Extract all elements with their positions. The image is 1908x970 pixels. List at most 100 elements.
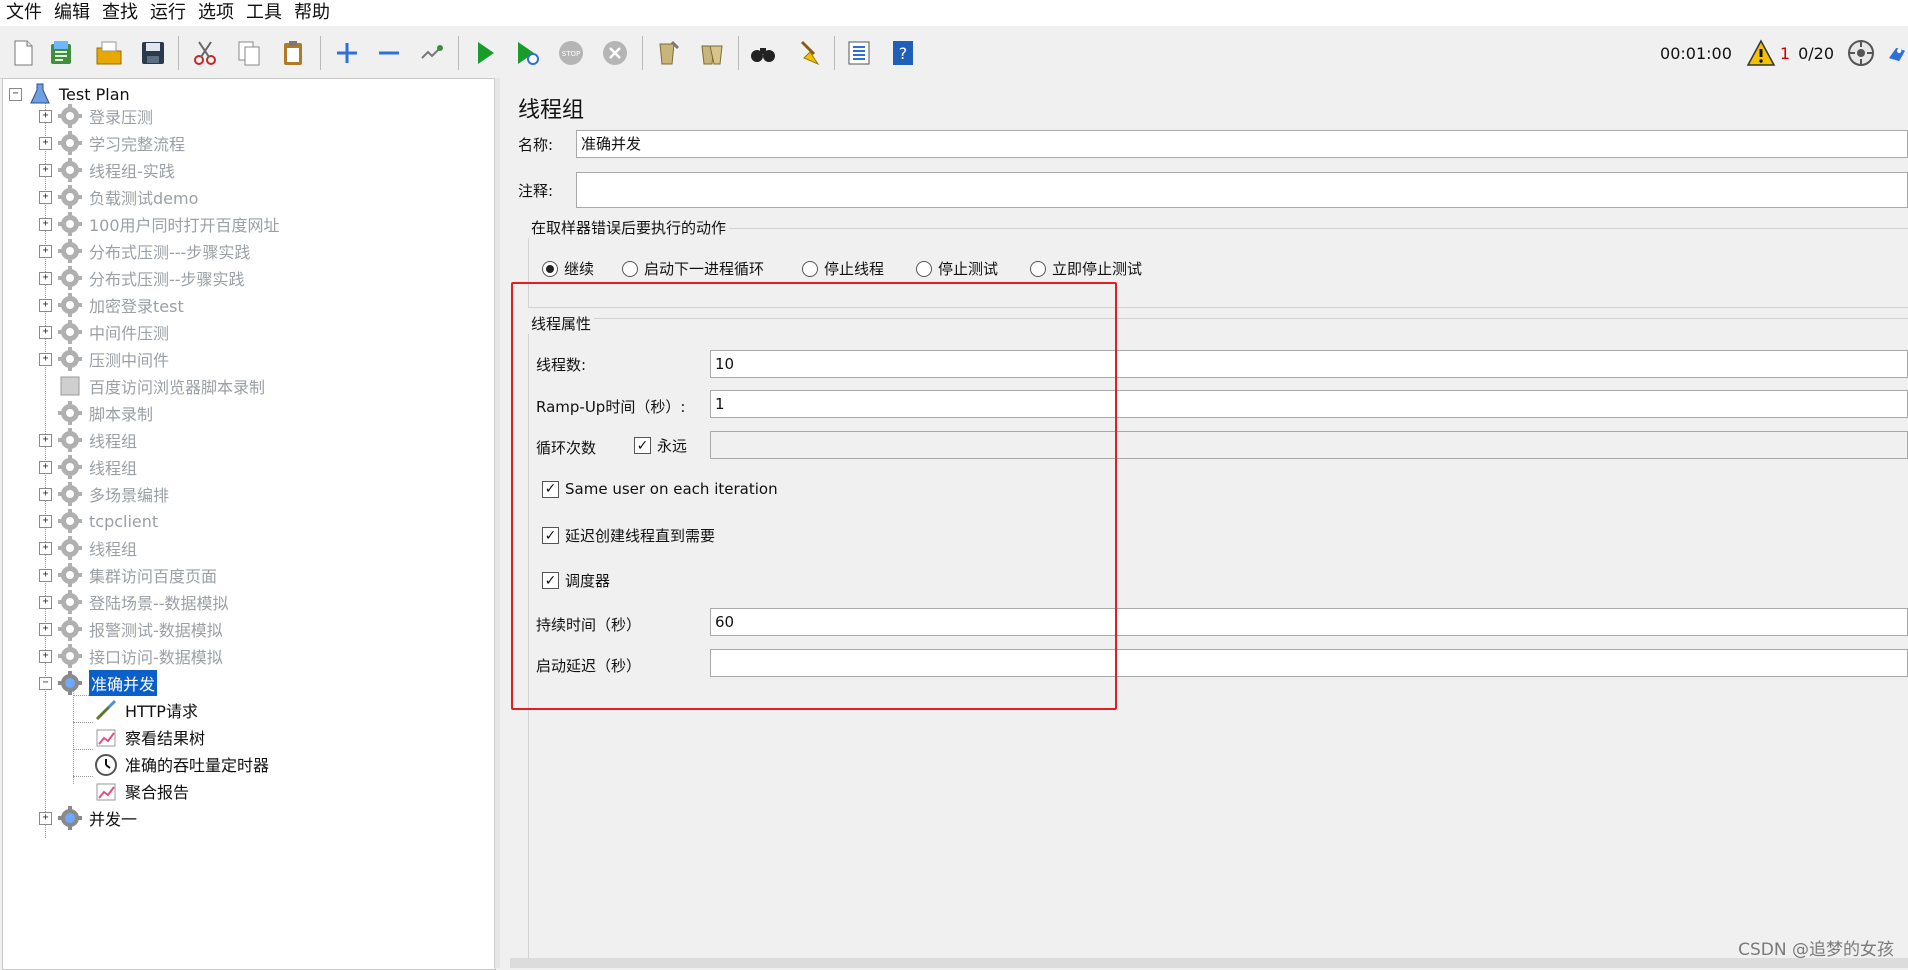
paste-icon[interactable] bbox=[276, 36, 310, 70]
menu-tools[interactable]: 工具 bbox=[240, 0, 288, 26]
radio-stop-test[interactable]: 停止测试 bbox=[916, 258, 998, 279]
start-icon[interactable] bbox=[468, 36, 502, 70]
expand-toggle[interactable]: + bbox=[39, 271, 52, 285]
expand-toggle[interactable]: + bbox=[39, 649, 52, 663]
shutdown-icon[interactable] bbox=[598, 36, 632, 70]
tree-item-thread-group[interactable]: + 报警测试-数据模拟 bbox=[39, 616, 223, 642]
collapse-toggle[interactable]: − bbox=[9, 87, 22, 101]
horizontal-scrollbar[interactable] bbox=[510, 958, 1908, 968]
new-icon[interactable] bbox=[6, 36, 40, 70]
expand-toggle[interactable]: + bbox=[39, 298, 52, 312]
toggle-icon[interactable] bbox=[414, 36, 448, 70]
tree-item-label: 脚本录制 bbox=[89, 405, 154, 424]
comment-field[interactable] bbox=[576, 172, 1908, 208]
radio-circle bbox=[622, 260, 638, 277]
tree-item-thread-group[interactable]: + 线程组 bbox=[39, 427, 137, 453]
expand-toggle[interactable]: + bbox=[39, 622, 52, 636]
radio-stop-test-now[interactable]: 立即停止测试 bbox=[1030, 258, 1142, 279]
tree-item-thread-group[interactable]: + 负载测试demo bbox=[39, 184, 198, 210]
expand-toggle[interactable]: + bbox=[39, 244, 52, 258]
tree-item-thread-group[interactable]: + 集群访问百度页面 bbox=[39, 562, 217, 588]
tree-item-thread-group[interactable]: +脚本录制 bbox=[39, 400, 153, 426]
thread-group-icon bbox=[57, 238, 83, 264]
radio-stop-thread[interactable]: 停止线程 bbox=[802, 258, 884, 279]
expand-toggle[interactable]: + bbox=[39, 811, 52, 825]
tree-item-thread-group[interactable]: + 线程组-实践 bbox=[39, 157, 175, 183]
tree-item-label: 并发一 bbox=[89, 810, 138, 829]
tree-item-child[interactable]: HTTP请求 bbox=[93, 697, 198, 723]
tree-item-thread-group[interactable]: + 登录压测 bbox=[39, 103, 153, 129]
expand-toggle[interactable]: + bbox=[39, 325, 52, 339]
tree-item-thread-group[interactable]: + 加密登录test bbox=[39, 292, 184, 318]
stop-icon[interactable]: STOP bbox=[554, 36, 588, 70]
tree-item-thread-group[interactable]: + 多场景编排 bbox=[39, 481, 169, 507]
name-field[interactable]: 准确并发 bbox=[576, 130, 1908, 158]
menu-run[interactable]: 运行 bbox=[144, 0, 192, 26]
tree-item-thread-group[interactable]: + tcpclient bbox=[39, 508, 158, 534]
expand-toggle[interactable]: + bbox=[39, 109, 52, 123]
tree-item-thread-group[interactable]: + 线程组 bbox=[39, 454, 137, 480]
warning-icon[interactable] bbox=[1746, 39, 1776, 67]
tree-item-child[interactable]: 聚合报告 bbox=[93, 778, 189, 804]
expand-toggle[interactable]: + bbox=[39, 514, 52, 528]
save-icon[interactable] bbox=[136, 36, 170, 70]
remote-engines-icon[interactable] bbox=[1846, 38, 1876, 68]
radio-continue[interactable]: 继续 bbox=[542, 258, 594, 279]
search-icon[interactable] bbox=[746, 36, 780, 70]
log-viewer-icon[interactable] bbox=[1886, 38, 1908, 68]
function-helper-icon[interactable] bbox=[842, 36, 876, 70]
tree-item-label: 报警测试-数据模拟 bbox=[89, 621, 223, 640]
tree-item-thread-group[interactable]: − 准确并发 bbox=[39, 670, 158, 696]
tree-item-thread-group[interactable]: + 分布式压测--步骤实践 bbox=[39, 265, 245, 291]
tree-item-thread-group[interactable]: + 分布式压测---步骤实践 bbox=[39, 238, 250, 264]
clear-icon[interactable] bbox=[650, 36, 684, 70]
menu-options[interactable]: 选项 bbox=[192, 0, 240, 26]
expand-toggle[interactable]: + bbox=[39, 217, 52, 231]
clear-all-icon[interactable] bbox=[694, 36, 728, 70]
expand-toggle[interactable]: + bbox=[39, 568, 52, 582]
menu-edit[interactable]: 编辑 bbox=[48, 0, 96, 26]
tree-item-child[interactable]: 察看结果树 bbox=[93, 724, 205, 750]
radio-start-next-loop[interactable]: 启动下一进程循环 bbox=[622, 258, 764, 279]
tree-item-label: 准确并发 bbox=[89, 670, 158, 696]
tree-item-thread-group[interactable]: +100用户同时打开百度网址 bbox=[39, 211, 280, 237]
help-icon[interactable]: ? bbox=[886, 36, 920, 70]
open-icon[interactable] bbox=[92, 36, 126, 70]
collapse-icon[interactable] bbox=[372, 36, 406, 70]
expand-toggle[interactable]: + bbox=[39, 352, 52, 366]
expand-toggle[interactable]: + bbox=[39, 595, 52, 609]
menu-help[interactable]: 帮助 bbox=[288, 0, 336, 26]
tree-item-thread-group[interactable]: + 登陆场景--数据模拟 bbox=[39, 589, 229, 615]
menu-search[interactable]: 查找 bbox=[96, 0, 144, 26]
copy-icon[interactable] bbox=[232, 36, 266, 70]
expand-toggle[interactable]: + bbox=[39, 433, 52, 447]
tree-item-thread-group[interactable]: + 并发一 bbox=[39, 805, 137, 831]
collapse-toggle[interactable]: − bbox=[39, 676, 52, 690]
expand-icon[interactable] bbox=[330, 36, 364, 70]
cut-icon[interactable] bbox=[188, 36, 222, 70]
expand-toggle[interactable]: + bbox=[39, 190, 52, 204]
tree-item-thread-group[interactable]: + 接口访问-数据模拟 bbox=[39, 643, 223, 669]
menu-file[interactable]: 文件 bbox=[0, 0, 48, 26]
tree-item-thread-group[interactable]: + 中间件压测 bbox=[39, 319, 169, 345]
thread-group-icon bbox=[57, 346, 83, 372]
thread-group-icon bbox=[57, 103, 83, 129]
expand-toggle[interactable]: + bbox=[39, 163, 52, 177]
expand-toggle[interactable]: + bbox=[39, 541, 52, 555]
tree-item-thread-group[interactable]: + 压测中间件 bbox=[39, 346, 169, 372]
expand-toggle[interactable]: + bbox=[39, 136, 52, 150]
svg-text:?: ? bbox=[899, 44, 908, 63]
tree-item-label: 学习完整流程 bbox=[89, 135, 186, 154]
thread-group-icon bbox=[57, 805, 83, 831]
templates-icon[interactable] bbox=[44, 36, 78, 70]
tree-item-thread-group[interactable]: +百度访问浏览器脚本录制 bbox=[39, 373, 265, 399]
test-plan-tree[interactable]: − Test Plan + 登录压测 + 学习完整流程 + 线程组-实践 + 负载测试demo +1… bbox=[2, 78, 496, 970]
tree-item-thread-group[interactable]: + 线程组 bbox=[39, 535, 137, 561]
start-no-pauses-icon[interactable] bbox=[510, 36, 544, 70]
reset-search-icon[interactable] bbox=[790, 36, 824, 70]
expand-toggle[interactable]: + bbox=[39, 487, 52, 501]
expand-toggle[interactable]: + bbox=[39, 460, 52, 474]
radio-circle bbox=[1030, 260, 1046, 277]
tree-item-thread-group[interactable]: + 学习完整流程 bbox=[39, 130, 185, 156]
tree-item-child[interactable]: 准确的吞吐量定时器 bbox=[93, 751, 269, 777]
